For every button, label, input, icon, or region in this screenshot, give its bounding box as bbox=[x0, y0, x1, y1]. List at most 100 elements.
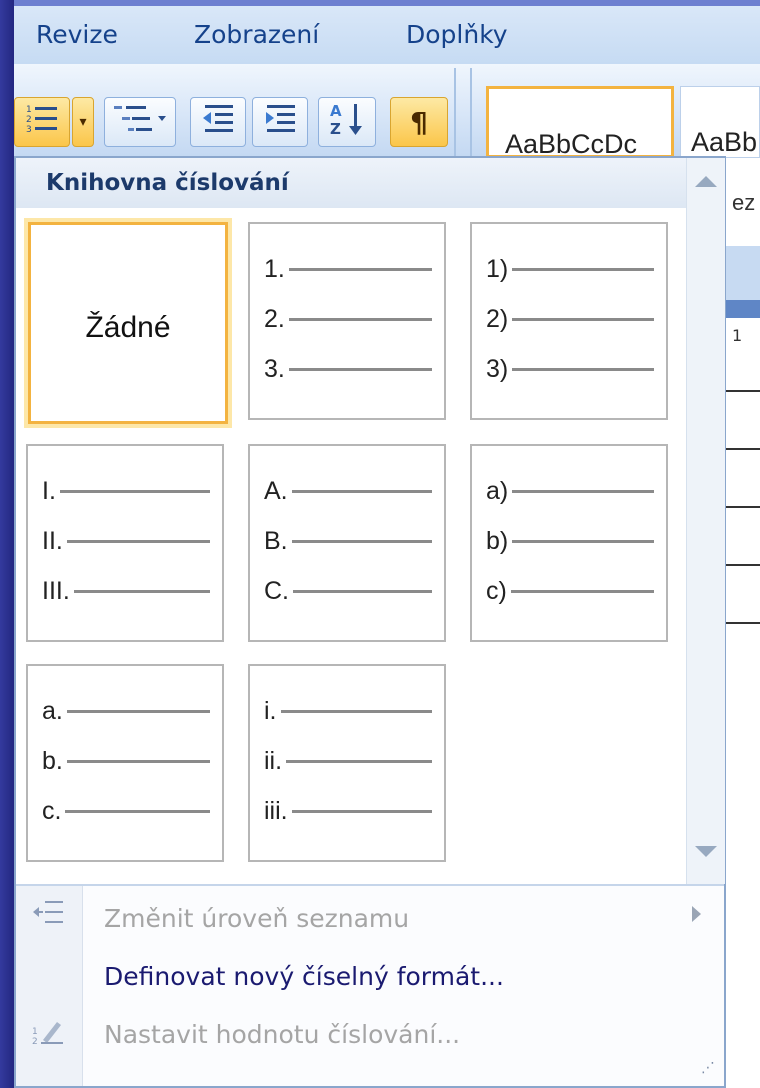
table-line bbox=[726, 564, 760, 566]
ruler-number: 1 bbox=[732, 326, 743, 345]
increase-indent-button[interactable] bbox=[252, 97, 308, 147]
tab-zobrazeni[interactable]: Zobrazení bbox=[194, 20, 319, 49]
format-row: a) bbox=[486, 474, 654, 508]
format-number: B. bbox=[264, 526, 288, 555]
placeholder-line bbox=[59, 489, 210, 493]
format-row: 2. bbox=[264, 302, 432, 336]
format-alpha-lower-period[interactable]: a. b. c. bbox=[26, 664, 224, 862]
format-number: 3) bbox=[486, 354, 509, 383]
tab-doplnky[interactable]: Doplňky bbox=[406, 20, 508, 49]
placeholder-line bbox=[293, 589, 432, 593]
format-alpha-lower-paren[interactable]: a) b) c) bbox=[470, 444, 668, 642]
placeholder-line bbox=[291, 489, 432, 493]
chevron-down-icon: ▾ bbox=[79, 114, 87, 130]
placeholder-line bbox=[286, 759, 432, 763]
format-alpha-upper[interactable]: A. B. C. bbox=[248, 444, 446, 642]
placeholder-line bbox=[510, 589, 654, 593]
svg-text:3: 3 bbox=[26, 125, 32, 135]
svg-text:A: A bbox=[330, 102, 342, 120]
table-line bbox=[726, 622, 760, 624]
format-number: 2. bbox=[264, 304, 285, 333]
panel-title: Knihovna číslování bbox=[46, 170, 289, 196]
placeholder-line bbox=[66, 709, 210, 713]
format-row: A. bbox=[264, 474, 432, 508]
format-number: a) bbox=[486, 476, 509, 505]
format-row: 1) bbox=[486, 252, 654, 286]
svg-text:1: 1 bbox=[26, 105, 32, 115]
placeholder-line bbox=[280, 709, 432, 713]
format-row: b) bbox=[486, 524, 654, 558]
pilcrow-icon: ¶ bbox=[410, 105, 428, 139]
scroll-up-icon[interactable] bbox=[695, 176, 717, 187]
show-formatting-marks-button[interactable]: ¶ bbox=[390, 97, 448, 147]
format-number: C. bbox=[264, 576, 289, 605]
panel-header: Knihovna číslování bbox=[16, 158, 686, 209]
decrease-indent-icon bbox=[201, 102, 235, 142]
placeholder-line bbox=[288, 367, 432, 371]
tab-revize[interactable]: Revize bbox=[36, 20, 118, 49]
table-line bbox=[726, 506, 760, 508]
ribbon-tab-bar: Revize Zobrazení Doplňky bbox=[14, 0, 760, 64]
sort-button[interactable]: A Z bbox=[318, 97, 376, 147]
format-number: 1) bbox=[486, 254, 509, 283]
format-number: ii. bbox=[264, 746, 283, 775]
format-number: b. bbox=[42, 746, 63, 775]
placeholder-line bbox=[512, 367, 654, 371]
table-line bbox=[726, 390, 760, 392]
style-label-partial: ez bbox=[732, 190, 756, 215]
format-number: iii. bbox=[264, 796, 288, 825]
style-normal[interactable]: AaBbCcDc bbox=[486, 86, 674, 158]
placeholder-line bbox=[66, 759, 210, 763]
format-number: 1. bbox=[264, 254, 285, 283]
format-arabic-period[interactable]: 1. 2. 3. bbox=[248, 222, 446, 420]
format-none[interactable]: Žádné bbox=[28, 222, 228, 424]
placeholder-line bbox=[512, 489, 654, 493]
document-area: ez 1 bbox=[726, 158, 760, 1088]
numbering-library-panel: Knihovna číslování Žádné 1. 2. 3. 1) 2) … bbox=[14, 156, 726, 1088]
svg-text:2: 2 bbox=[26, 115, 32, 125]
format-row: a. bbox=[42, 694, 210, 728]
increase-indent-icon bbox=[263, 102, 297, 142]
multilevel-list-icon bbox=[112, 102, 168, 142]
ruler bbox=[726, 246, 760, 300]
resize-grip-icon[interactable]: ⋰ bbox=[701, 1060, 716, 1076]
format-row: 2) bbox=[486, 302, 654, 336]
format-number: 2) bbox=[486, 304, 509, 333]
format-row: II. bbox=[42, 524, 210, 558]
format-number: a. bbox=[42, 696, 63, 725]
format-row: c. bbox=[42, 794, 210, 828]
format-roman-lower[interactable]: i. ii. iii. bbox=[248, 664, 446, 862]
placeholder-line bbox=[512, 317, 654, 321]
placeholder-line bbox=[73, 589, 210, 593]
menu-change-list-level: Změnit úroveň seznamu bbox=[104, 904, 410, 933]
sort-icon: A Z bbox=[328, 100, 366, 144]
format-number: c) bbox=[486, 576, 507, 605]
placeholder-line bbox=[291, 809, 432, 813]
format-row: 3) bbox=[486, 352, 654, 386]
placeholder-line bbox=[512, 539, 654, 543]
format-row: 3. bbox=[264, 352, 432, 386]
format-row: ii. bbox=[264, 744, 432, 778]
style-next[interactable]: AaBb bbox=[680, 86, 760, 158]
table-line bbox=[726, 448, 760, 450]
multilevel-list-button[interactable] bbox=[104, 97, 176, 147]
change-list-level-icon bbox=[30, 898, 66, 928]
scroll-down-icon[interactable] bbox=[695, 846, 717, 857]
menu-define-number-format[interactable]: Definovat nový číselný formát... bbox=[104, 962, 504, 991]
set-numbering-value-icon: 1 2 bbox=[30, 1016, 66, 1046]
gallery-scrollbar[interactable] bbox=[686, 158, 725, 884]
format-row: b. bbox=[42, 744, 210, 778]
format-roman-upper[interactable]: I. II. III. bbox=[26, 444, 224, 642]
ribbon-group-separator bbox=[470, 68, 472, 156]
numbering-dropdown-button[interactable]: ▾ bbox=[72, 97, 94, 147]
format-arabic-paren[interactable]: 1) 2) 3) bbox=[470, 222, 668, 420]
format-row: I. bbox=[42, 474, 210, 508]
format-number: c. bbox=[42, 796, 62, 825]
ribbon-group-separator bbox=[454, 68, 456, 156]
placeholder-line bbox=[291, 539, 432, 543]
decrease-indent-button[interactable] bbox=[190, 97, 246, 147]
svg-text:1: 1 bbox=[32, 1027, 38, 1037]
numbering-button[interactable]: 1 2 3 bbox=[14, 97, 70, 147]
format-row: 1. bbox=[264, 252, 432, 286]
ruler-strip bbox=[726, 300, 760, 318]
